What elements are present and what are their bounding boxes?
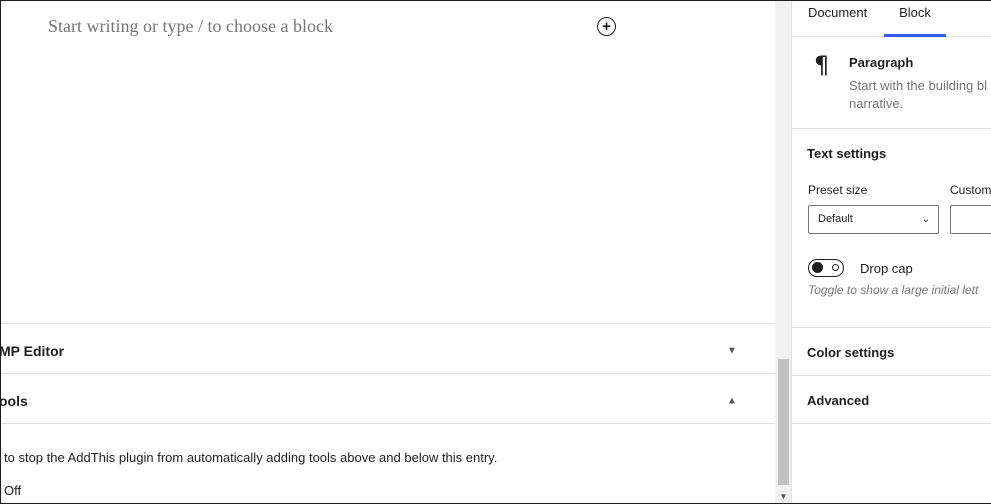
tab-block[interactable]: Block — [884, 1, 946, 37]
preset-size-value: Default — [818, 213, 853, 225]
block-card: ¶ Paragraph Start with the building bl n… — [792, 38, 991, 129]
chevron-down-icon: ⌄ — [921, 214, 930, 225]
block-card-description: Start with the building bl narrative. — [849, 78, 988, 111]
drop-cap-help: Toggle to show a large initial lett — [808, 283, 979, 297]
drop-cap-toggle[interactable] — [808, 259, 844, 277]
editor-scrollbar[interactable]: ▼ — [775, 1, 792, 503]
text-settings-title[interactable]: Text settings — [807, 146, 886, 161]
metabox-area: MP Editor ▼ ools ▲ to stop the AddThis p… — [1, 323, 775, 498]
block-card-title: Paragraph — [849, 55, 914, 70]
advanced-title: Advanced — [807, 393, 870, 408]
preset-size-select[interactable]: Default ⌄ — [808, 205, 939, 234]
divider — [792, 423, 991, 424]
plus-circle-icon[interactable]: + — [597, 17, 616, 36]
paragraph-placeholder[interactable]: Start writing or type / to choose a bloc… — [48, 16, 333, 37]
editor-canvas: Start writing or type / to choose a bloc… — [1, 1, 775, 503]
scroll-down-arrow-icon[interactable]: ▼ — [775, 490, 792, 503]
metabox-title: ools — [1, 393, 28, 409]
tab-document[interactable]: Document — [808, 1, 872, 37]
settings-sidebar: Document Block ¶ Paragraph Start with th… — [791, 1, 991, 503]
sidebar-tabs: Document Block — [792, 1, 991, 37]
toggle-knob — [812, 262, 823, 273]
advanced-panel[interactable]: Advanced — [792, 376, 991, 424]
custom-size-input[interactable] — [950, 205, 991, 234]
toggle-off-indicator-icon — [832, 264, 839, 271]
caret-up-icon[interactable]: ▲ — [727, 396, 737, 407]
metabox-title: MP Editor — [1, 343, 65, 359]
color-settings-title: Color settings — [807, 345, 895, 360]
metabox-mp-editor[interactable]: MP Editor ▼ — [1, 324, 775, 374]
custom-size-label: Custom — [950, 183, 991, 197]
color-settings-panel[interactable]: Color settings — [792, 328, 991, 376]
off-option-label[interactable]: Off — [4, 483, 21, 498]
metabox-tools[interactable]: ools ▲ — [1, 374, 775, 424]
caret-down-icon[interactable]: ▼ — [727, 346, 737, 357]
drop-cap-label: Drop cap — [860, 261, 913, 276]
preset-size-label: Preset size — [808, 183, 868, 197]
metabox-description: to stop the AddThis plugin from automati… — [4, 450, 498, 465]
app-frame: Start writing or type / to choose a bloc… — [0, 0, 991, 504]
paragraph-icon: ¶ — [814, 51, 830, 79]
scrollbar-thumb[interactable] — [778, 359, 789, 485]
